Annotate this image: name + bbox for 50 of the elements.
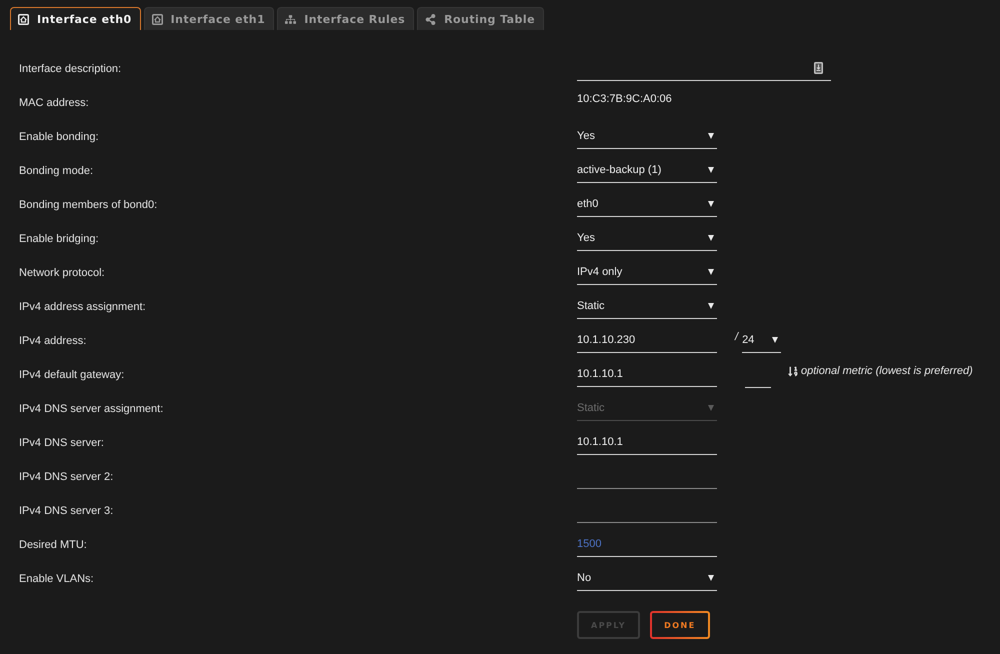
select-field[interactable]: IPv4 only (577, 261, 717, 285)
field-label: Desired MTU: (19, 539, 87, 551)
field-label: Bonding members of bond0: (19, 199, 158, 211)
field-label: IPv4 DNS server 3: (19, 505, 114, 517)
field-label: IPv4 DNS server assignment: (19, 403, 164, 415)
sort-numeric-icon (788, 366, 798, 377)
sitemap-icon (285, 14, 296, 24)
field-label: Enable VLANs: (19, 573, 94, 585)
field-label: Bonding mode: (19, 165, 93, 177)
select-field[interactable]: No (577, 567, 717, 591)
field-label: Enable bonding: (19, 131, 99, 143)
house-square-icon (18, 14, 29, 24)
field-label: Enable bridging: (19, 233, 99, 245)
select-field[interactable]: active-backup (1) (577, 159, 717, 183)
input-field[interactable]: 10.1.10.1 (577, 363, 717, 387)
field-label: IPv4 DNS server 2: (19, 471, 114, 483)
input-field[interactable]: 10.1.10.230 (577, 329, 717, 353)
select-field[interactable]: Static (577, 295, 717, 319)
caret-icon (708, 269, 714, 275)
tab[interactable]: Interface Rules (277, 7, 414, 30)
field-label: IPv4 address assignment: (19, 301, 146, 313)
select-field[interactable]: eth0 (577, 193, 717, 217)
field-label: MAC address: (19, 97, 89, 109)
action-button[interactable]: DONE (650, 611, 710, 639)
caret-icon (708, 303, 714, 309)
tab[interactable]: Interface eth0 (10, 7, 141, 30)
caret-icon (708, 167, 714, 173)
input-field[interactable]: 10.1.10.1 (577, 431, 717, 455)
caret-icon (708, 133, 714, 139)
caret-icon (708, 575, 714, 581)
select-field[interactable]: 24 (742, 329, 782, 353)
field-label: IPv4 DNS server: (19, 437, 104, 449)
caret-icon (708, 235, 714, 241)
caret-icon (708, 405, 714, 411)
boxed-arrow-icon (814, 62, 823, 74)
field-label: Network protocol: (19, 267, 105, 279)
select-field[interactable]: Yes (577, 125, 717, 149)
caret-icon (708, 201, 714, 207)
field-label: Interface description: (19, 63, 122, 75)
select-field[interactable]: Yes (577, 227, 717, 251)
share-icon (425, 14, 436, 24)
caret-icon (772, 337, 778, 343)
separator-text: / (735, 330, 738, 344)
house-square-icon (152, 14, 163, 24)
hint-text: optional metric (lowest is preferred) (801, 364, 973, 378)
field-label: IPv4 address: (19, 335, 86, 347)
field-label: IPv4 default gateway: (19, 369, 124, 381)
tab[interactable]: Interface eth1 (144, 7, 274, 30)
tab[interactable]: Routing Table (417, 7, 544, 30)
field-value: 10:C3:7B:9C:A0:06 (577, 92, 672, 106)
